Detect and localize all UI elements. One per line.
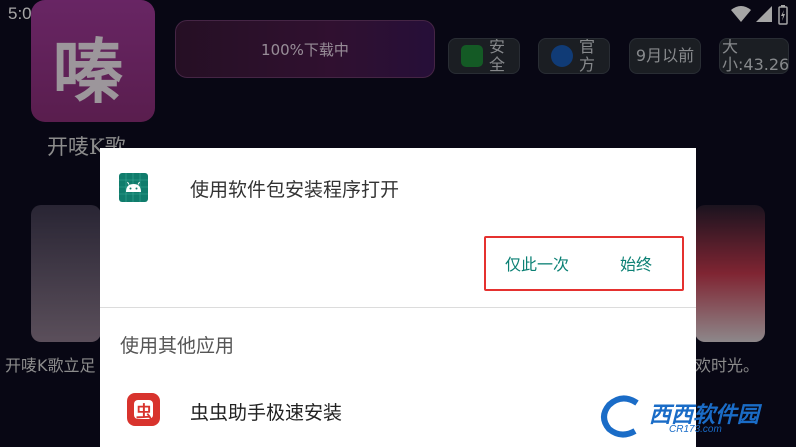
watermark-subtext: CR173.com bbox=[669, 424, 722, 435]
android-package-installer-icon bbox=[119, 173, 148, 202]
chongchong-icon-glyph: 虫 bbox=[136, 402, 153, 421]
other-apps-heading: 使用其他应用 bbox=[120, 335, 235, 357]
divider bbox=[100, 307, 696, 308]
app-option-label: 虫虫助手极速安装 bbox=[190, 402, 343, 424]
chongchong-app-icon: 虫 bbox=[127, 393, 160, 426]
dialog-title: 使用软件包安装程序打开 bbox=[190, 179, 400, 201]
watermark-logo-icon bbox=[601, 395, 639, 438]
always-button[interactable]: 始终 bbox=[620, 251, 652, 275]
just-once-button[interactable]: 仅此一次 bbox=[505, 251, 569, 275]
watermark: 西西软件园 CR173.com bbox=[597, 395, 787, 440]
